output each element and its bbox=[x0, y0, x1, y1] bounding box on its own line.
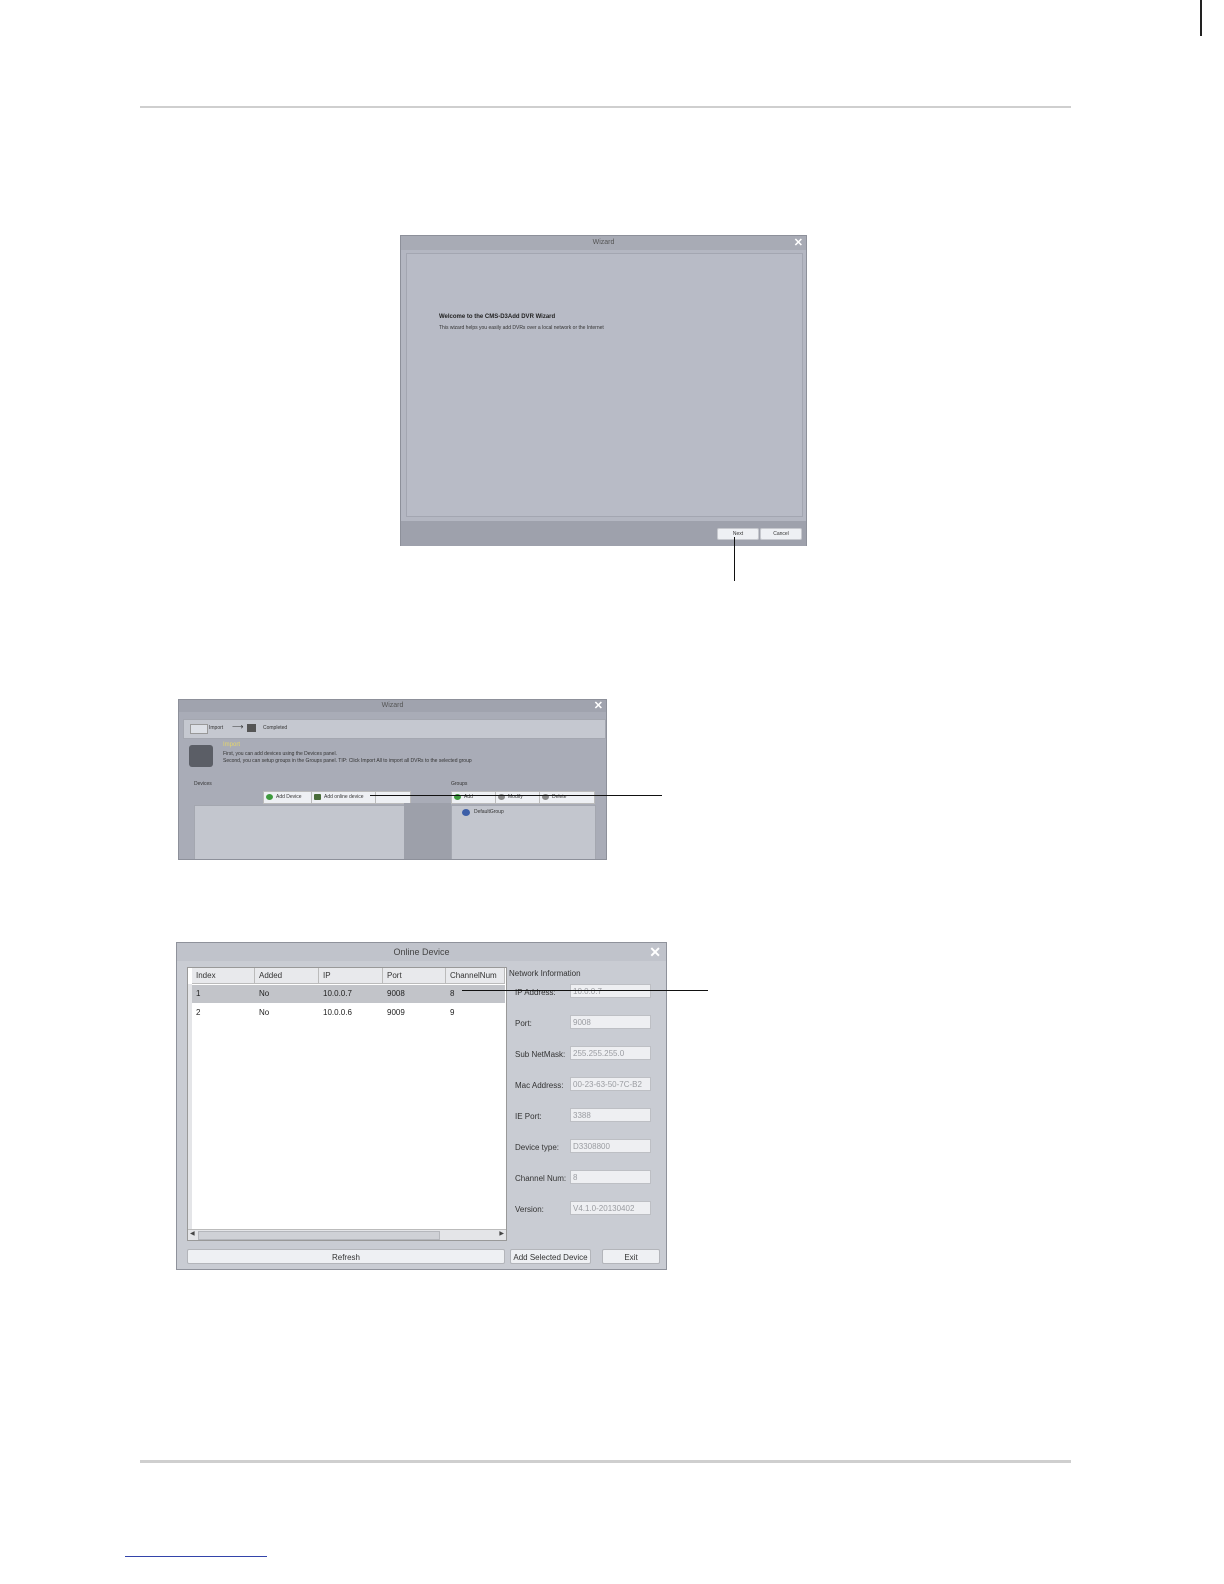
cell-port: 9008 bbox=[387, 989, 405, 998]
import-instruction-2: Second, you can setup groups in the Grou… bbox=[223, 758, 472, 764]
cell-channelnum: 9 bbox=[450, 1008, 455, 1017]
step-import: Import bbox=[209, 725, 224, 731]
next-button[interactable]: Next bbox=[717, 528, 759, 540]
close-icon[interactable]: ✕ bbox=[649, 943, 661, 961]
import-title: Import bbox=[223, 742, 241, 748]
header-rule bbox=[140, 106, 1071, 108]
cell-ip: 10.0.0.7 bbox=[323, 989, 352, 998]
cell-added: No bbox=[259, 1008, 270, 1017]
groups-panel[interactable]: DefaultGroup bbox=[451, 805, 596, 859]
cell-index: 1 bbox=[196, 989, 201, 998]
wizard-welcome-window: Wizard ✕ Welcome to the CMS-D3Add DVR Wi… bbox=[400, 235, 807, 546]
step-completed: Completed bbox=[263, 725, 288, 731]
footer-link-underline[interactable] bbox=[125, 1556, 267, 1557]
mac-address-field[interactable]: 00-23-63-50-7C-B2 bbox=[570, 1077, 651, 1091]
wizard-import-window: Wizard ✕ Import ⟶ Completed Import First… bbox=[178, 699, 607, 860]
step-2-badge bbox=[247, 724, 256, 732]
ip-address-field[interactable]: 10.0.0.7 bbox=[570, 984, 651, 998]
devices-panel[interactable] bbox=[194, 805, 406, 859]
device-table: Index Added IP Port ChannelNum 1 No 10.0… bbox=[187, 967, 507, 1241]
port-field[interactable]: 9008 bbox=[570, 1015, 651, 1029]
column-header-port[interactable]: Port bbox=[383, 968, 446, 984]
callout-leader-next bbox=[734, 537, 735, 581]
callout-leader-add-online bbox=[370, 795, 662, 796]
online-device-window: Online Device ✕ Index Added IP Port Chan… bbox=[176, 942, 667, 1270]
panel-divider bbox=[404, 803, 451, 859]
import-instruction-1: First, you can add devices using the Dev… bbox=[223, 751, 337, 757]
step-1-icon bbox=[190, 724, 208, 734]
cell-index: 2 bbox=[196, 1008, 201, 1017]
close-icon[interactable]: ✕ bbox=[594, 700, 603, 713]
wizard-button-bar: Next Cancel bbox=[401, 521, 806, 546]
wizard-body: Welcome to the CMS-D3Add DVR Wizard This… bbox=[406, 253, 803, 517]
column-header-index[interactable]: Index bbox=[192, 968, 255, 984]
group-icon bbox=[462, 809, 470, 816]
refresh-button[interactable]: Refresh bbox=[187, 1249, 505, 1264]
page-corner-mark bbox=[1200, 0, 1202, 36]
groups-label: Groups bbox=[451, 781, 468, 787]
callout-leader-row bbox=[462, 990, 708, 991]
wizard-heading: Welcome to the CMS-D3Add DVR Wizard bbox=[439, 314, 556, 320]
arrow-right-icon: ⟶ bbox=[232, 722, 244, 731]
horizontal-scrollbar[interactable]: ◀ ▶ bbox=[188, 1229, 506, 1240]
column-header-ip[interactable]: IP bbox=[319, 968, 383, 984]
column-header-added[interactable]: Added bbox=[255, 968, 319, 984]
cell-channelnum: 8 bbox=[450, 989, 455, 998]
ie-port-field[interactable]: 3388 bbox=[570, 1108, 651, 1122]
cell-port: 9009 bbox=[387, 1008, 405, 1017]
channel-num-field[interactable]: 8 bbox=[570, 1170, 651, 1184]
network-information-title: Network Information bbox=[509, 969, 581, 978]
cancel-button[interactable]: Cancel bbox=[760, 528, 802, 540]
port-label: Port: bbox=[515, 1019, 532, 1028]
import-icon bbox=[189, 745, 213, 767]
ie-port-label: IE Port: bbox=[515, 1112, 542, 1121]
add-selected-device-button[interactable]: Add Selected Device bbox=[510, 1249, 591, 1264]
network-icon bbox=[314, 794, 321, 800]
column-header-channelnum[interactable]: ChannelNum bbox=[446, 968, 505, 984]
add-icon bbox=[266, 794, 273, 800]
table-row[interactable]: 2 No 10.0.0.6 9009 9 bbox=[192, 1004, 505, 1022]
device-type-field[interactable]: D3308800 bbox=[570, 1139, 651, 1153]
wizard-title: Wizard bbox=[179, 700, 606, 712]
version-field[interactable]: V4.1.0-20130402 bbox=[570, 1201, 651, 1215]
wizard-subtitle: This wizard helps you easily add DVRs ov… bbox=[439, 325, 604, 331]
wizard-title: Wizard bbox=[401, 236, 806, 250]
devices-label: Devices bbox=[194, 781, 212, 787]
subnet-mask-label: Sub NetMask: bbox=[515, 1050, 566, 1059]
scroll-left-icon[interactable]: ◀ bbox=[190, 1230, 195, 1239]
table-row[interactable]: 1 No 10.0.0.7 9008 8 bbox=[192, 985, 505, 1003]
version-label: Version: bbox=[515, 1205, 544, 1214]
add-online-device-label: Add online device bbox=[324, 794, 364, 800]
cell-added: No bbox=[259, 989, 270, 998]
mac-address-label: Mac Address: bbox=[515, 1081, 564, 1090]
device-type-label: Device type: bbox=[515, 1143, 560, 1152]
close-icon[interactable]: ✕ bbox=[794, 236, 803, 250]
exit-button[interactable]: Exit bbox=[602, 1249, 660, 1264]
scrollbar-thumb[interactable] bbox=[198, 1231, 440, 1240]
default-group-item[interactable]: DefaultGroup bbox=[474, 809, 504, 815]
subnet-mask-field[interactable]: 255.255.255.0 bbox=[570, 1046, 651, 1060]
footer-rule bbox=[140, 1460, 1071, 1463]
channel-num-label: Channel Num: bbox=[515, 1174, 567, 1183]
online-device-title: Online Device bbox=[177, 943, 666, 961]
cell-ip: 10.0.0.6 bbox=[323, 1008, 352, 1017]
add-device-label: Add Device bbox=[276, 794, 302, 800]
wizard-steps: Import ⟶ Completed bbox=[183, 719, 606, 739]
scroll-right-icon[interactable]: ▶ bbox=[499, 1230, 504, 1239]
delete-group-button[interactable]: Delete bbox=[539, 791, 595, 804]
